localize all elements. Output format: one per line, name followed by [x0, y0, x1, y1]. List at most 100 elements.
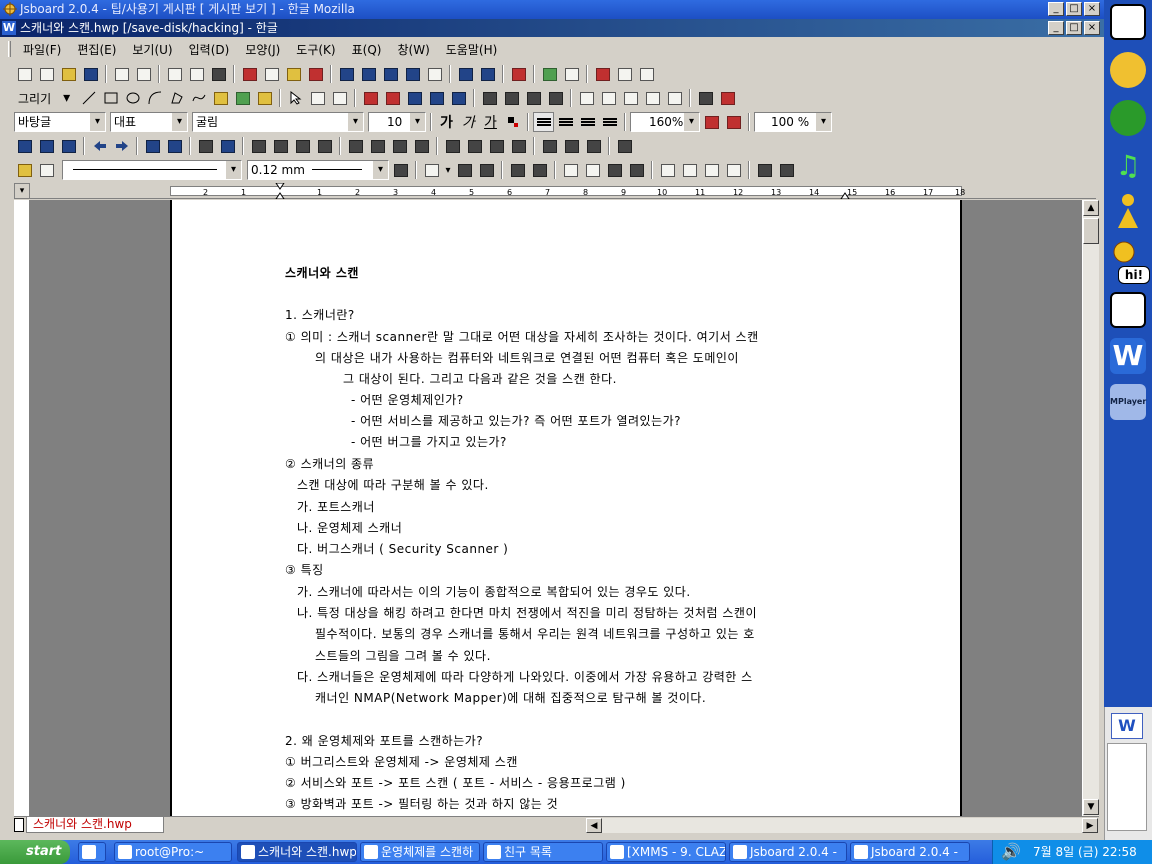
menu-edit[interactable]: 편집(E)	[69, 41, 124, 58]
flip-h-icon[interactable]	[620, 88, 641, 108]
vertical-scrollbar[interactable]: ▲ ▼	[1082, 200, 1099, 816]
ungroup-icon[interactable]	[329, 88, 350, 108]
curve-icon[interactable]	[188, 88, 209, 108]
tbl13-icon[interactable]	[754, 160, 775, 180]
menu-format[interactable]: 모양(J)	[237, 41, 288, 58]
paste-icon[interactable]	[283, 64, 304, 84]
obj1-icon[interactable]	[195, 136, 216, 156]
back-icon[interactable]	[501, 88, 522, 108]
arrow-style-icon[interactable]	[448, 88, 469, 108]
task-hwp-doc2[interactable]: 운영체제를 스캔하	[360, 842, 480, 862]
tbl1-icon[interactable]	[454, 160, 475, 180]
table-grid-icon[interactable]	[421, 160, 442, 180]
col2-icon[interactable]	[164, 136, 185, 156]
magnifier-icon[interactable]	[1110, 52, 1146, 88]
font-select[interactable]: 굴림	[192, 112, 364, 132]
char-icon[interactable]	[402, 64, 423, 84]
obj17-icon[interactable]	[583, 136, 604, 156]
bold-button[interactable]: 가	[436, 112, 457, 132]
task-buddy-list[interactable]: 친구 목록	[483, 842, 603, 862]
arrow-right-icon[interactable]	[111, 136, 132, 156]
list-icon[interactable]	[380, 64, 401, 84]
arc-icon[interactable]	[144, 88, 165, 108]
zoom-select[interactable]: 100 %	[754, 112, 832, 132]
show-desktop-button[interactable]	[78, 842, 106, 862]
menu-insert[interactable]: 입력(D)	[181, 41, 238, 58]
pager-word-icon[interactable]: W	[1111, 713, 1143, 739]
group-icon[interactable]	[307, 88, 328, 108]
font-lang-select[interactable]: 대표	[110, 112, 188, 132]
mplayer-icon[interactable]: MPlayer	[1110, 384, 1146, 420]
obj15-icon[interactable]	[539, 136, 560, 156]
macro-icon[interactable]	[592, 64, 613, 84]
obj6-icon[interactable]	[314, 136, 335, 156]
clock[interactable]: 7월 8일 (금) 22:58	[1033, 840, 1137, 864]
font-size-select[interactable]: 10	[368, 112, 426, 132]
outer-title-bar[interactable]: Jsboard 2.0.4 - 팁/사용기 게시판 [ 게시판 보기 ] - 한…	[0, 0, 1104, 19]
outer-close-button[interactable]: ×	[1084, 2, 1100, 16]
tbl9-icon[interactable]	[657, 160, 678, 180]
italic-button[interactable]: 가	[458, 112, 479, 132]
doc-title-bar[interactable]: W 스캐너와 스캔.hwp [/save-disk/hacking] - 한글 …	[0, 19, 1104, 37]
ruler-corner[interactable]: ▾	[14, 183, 30, 199]
music-icon[interactable]: ♫	[1110, 148, 1146, 184]
bullets-icon[interactable]	[14, 136, 35, 156]
polygon-icon[interactable]	[166, 88, 187, 108]
align-icon[interactable]	[664, 88, 685, 108]
align-right-icon[interactable]	[599, 112, 620, 132]
scroll-right-icon[interactable]: ▶	[1082, 818, 1098, 833]
monster-icon[interactable]	[1110, 100, 1146, 136]
tbl3-icon[interactable]	[507, 160, 528, 180]
menu-help[interactable]: 도움말(H)	[438, 41, 506, 58]
link-icon[interactable]	[455, 64, 476, 84]
line-color-icon[interactable]	[360, 88, 381, 108]
horizontal-scrollbar[interactable]: ◀ ▶	[586, 818, 1098, 833]
style-select[interactable]: 바탕글	[14, 112, 106, 132]
find-icon[interactable]	[208, 64, 229, 84]
obj2-icon[interactable]	[217, 136, 238, 156]
draw-label[interactable]: 그리기	[14, 90, 55, 107]
volume-icon[interactable]: 🔊	[1001, 840, 1021, 864]
tbl12-icon[interactable]	[723, 160, 744, 180]
redo-icon[interactable]	[186, 64, 207, 84]
align-justify-icon[interactable]	[533, 112, 554, 132]
obj14-icon[interactable]	[508, 136, 529, 156]
horizontal-ruler[interactable]: 2 1 1 2 3 4 5 6 7 8 9 10 11 12 13 14 15 …	[30, 183, 1096, 199]
tbl14-icon[interactable]	[776, 160, 797, 180]
tbl6-icon[interactable]	[582, 160, 603, 180]
menu-view[interactable]: 보기(U)	[124, 41, 180, 58]
doc-minimize-button[interactable]: _	[1048, 21, 1064, 35]
outer-maximize-button[interactable]: □	[1066, 2, 1082, 16]
fill-color-icon[interactable]	[382, 88, 403, 108]
penguin-icon[interactable]	[1110, 4, 1146, 40]
word-icon[interactable]: W	[1110, 338, 1146, 374]
align-center-icon[interactable]	[577, 112, 598, 132]
obj4-icon[interactable]	[270, 136, 291, 156]
tbl7-icon[interactable]	[604, 160, 625, 180]
grid-icon[interactable]	[561, 64, 582, 84]
ellipse-icon[interactable]	[122, 88, 143, 108]
pen-icon[interactable]	[210, 88, 231, 108]
document-area[interactable]: 스캐너와 스캔 1. 스캐너란? ① 의미 : 스캐너 scanner란 말 그…	[30, 200, 1082, 816]
draw-dropdown-icon[interactable]: ▾	[56, 90, 77, 106]
tbl5-icon[interactable]	[560, 160, 581, 180]
obj3-icon[interactable]	[248, 136, 269, 156]
forward-icon[interactable]	[523, 88, 544, 108]
line-width-select[interactable]: 0.12 mm	[247, 160, 389, 180]
text-color-icon[interactable]	[502, 112, 523, 132]
arrow-left-icon[interactable]	[89, 136, 110, 156]
start-button[interactable]: start	[0, 840, 70, 864]
task-jsboard-1[interactable]: Jsboard 2.0.4 -	[729, 842, 847, 862]
indent-icon[interactable]	[701, 112, 722, 132]
open-icon[interactable]	[58, 64, 79, 84]
doc-close-button[interactable]: ×	[1084, 21, 1100, 35]
line-spacing-select[interactable]: 160%	[630, 112, 700, 132]
menu-tools[interactable]: 도구(K)	[288, 41, 343, 58]
new-icon[interactable]	[36, 64, 57, 84]
right-margin-marker-icon[interactable]	[840, 183, 850, 199]
flip-v-icon[interactable]	[642, 88, 663, 108]
horse-icon[interactable]	[1110, 292, 1146, 328]
obj16-icon[interactable]	[561, 136, 582, 156]
obj11-icon[interactable]	[442, 136, 463, 156]
image-icon[interactable]	[539, 64, 560, 84]
